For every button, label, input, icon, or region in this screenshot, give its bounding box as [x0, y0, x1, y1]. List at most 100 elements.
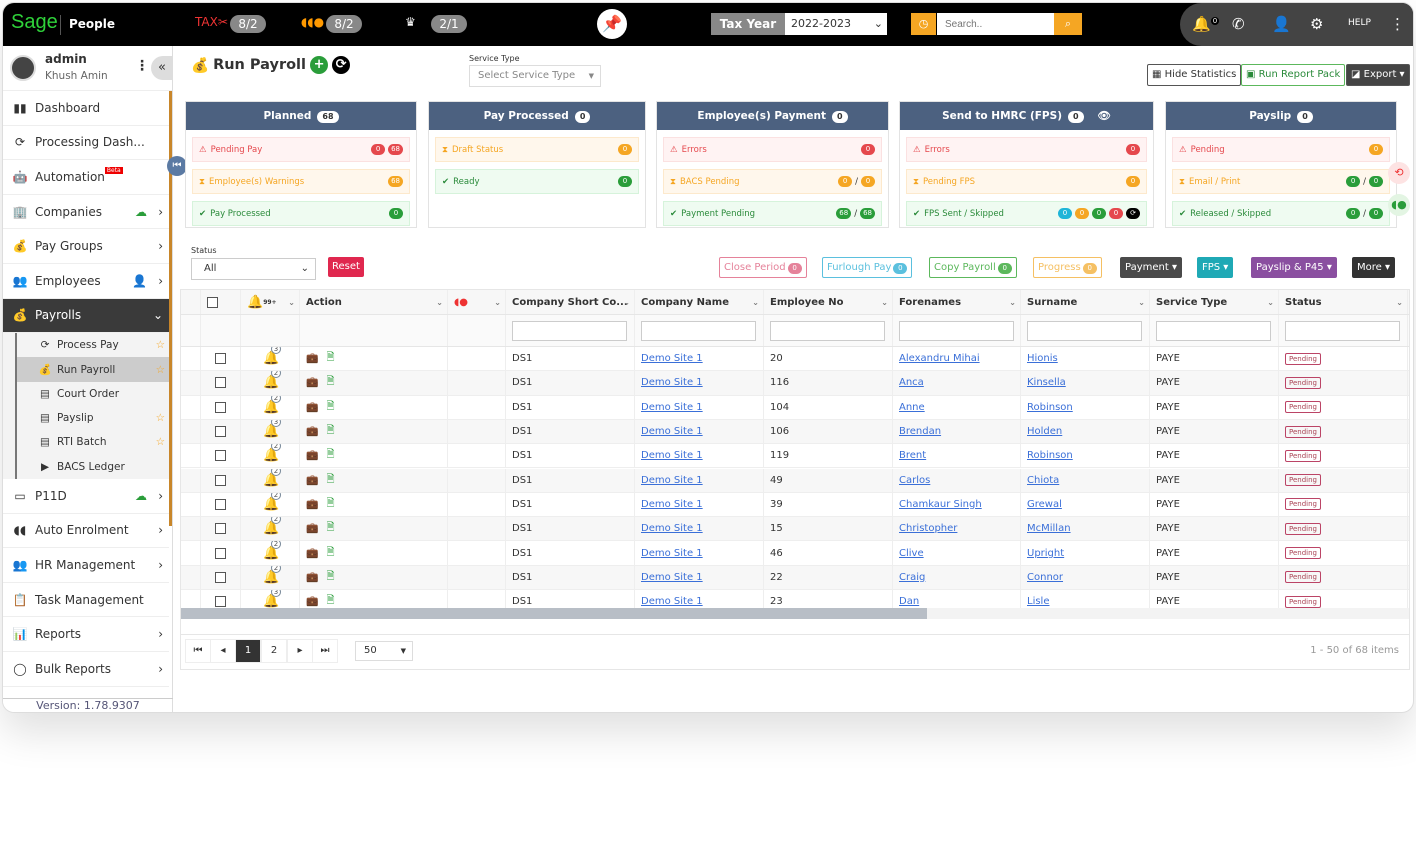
search-input[interactable] — [937, 13, 1054, 35]
bell-icon[interactable]: 🔔 0 — [1192, 15, 1220, 33]
select-all-checkbox[interactable] — [207, 296, 218, 308]
submenu-item-bacs-ledger[interactable]: ▶ BACS Ledger — [15, 454, 169, 479]
support-24-icon[interactable]: ✆ — [1232, 15, 1245, 33]
company-link[interactable]: Demo Site 1 — [641, 475, 703, 486]
sur-link[interactable]: Grewal — [1027, 499, 1062, 510]
chevron-down-icon[interactable]: ⌄ — [752, 298, 759, 307]
next-page-button[interactable]: ▸ — [287, 639, 313, 663]
header-cell[interactable]: Forenames ⌄ — [893, 290, 1021, 314]
count-badge[interactable]: 0 — [618, 176, 632, 187]
sur-link[interactable]: Robinson — [1027, 402, 1073, 413]
submenu-item-payslip[interactable]: ▤ Payslip ☆ — [15, 406, 169, 431]
stat-row[interactable]: ✔ FPS Sent / Skipped 0 0 0 0 ⟳ — [906, 201, 1147, 226]
payroll-reset-icon[interactable]: ⟲ — [1388, 162, 1410, 184]
table-row[interactable]: 🔔 2 💼 🗎 DS1 Demo Site 1 104 Anne Robinson PAYE Pen… — [181, 395, 1409, 420]
count-badge[interactable]: 0 — [1109, 208, 1123, 219]
row-checkbox[interactable] — [215, 401, 226, 413]
add-document-icon[interactable]: 🗎 — [326, 569, 334, 586]
briefcase-icon[interactable]: 💼 — [306, 523, 318, 534]
prev-page-button[interactable]: ◂ — [210, 639, 236, 663]
favorite-star-icon[interactable]: ☆ — [156, 364, 165, 376]
header-cell[interactable]: Service Type ⌄ — [1150, 290, 1279, 314]
alerts-bell-icon[interactable]: 🔔 2 — [263, 517, 281, 536]
header-cell[interactable]: Employee No ⌄ — [764, 290, 893, 314]
tax-year-select[interactable]: 2022-2023 ⌄ — [785, 13, 887, 35]
row-checkbox[interactable] — [215, 571, 226, 583]
count-badge[interactable]: 0 — [1369, 208, 1383, 219]
submenu-item-rti-batch[interactable]: ▤ RTI Batch ☆ — [15, 430, 169, 455]
stat-row[interactable]: ✔ Payment Pending 68/68 — [663, 201, 882, 226]
company-link[interactable]: Demo Site 1 — [641, 426, 703, 437]
count-badge[interactable]: 0 — [389, 208, 403, 219]
header-cell[interactable]: Action ⌄ — [300, 290, 448, 314]
chevron-down-icon[interactable]: ⌄ — [1267, 298, 1274, 307]
column-filter-input[interactable] — [1156, 320, 1271, 341]
furlough-pay-button[interactable]: Furlough Pay 0 — [822, 257, 913, 278]
company-link[interactable]: Demo Site 1 — [641, 523, 703, 534]
count-badge[interactable]: 0 — [1369, 176, 1383, 187]
stat-row[interactable]: ⧗ Employee(s) Warnings 68 — [192, 169, 410, 194]
briefcase-icon[interactable]: 💼 — [306, 475, 318, 486]
header-cell[interactable]: 🔔 99+ ⌄ — [241, 290, 300, 314]
column-filter-input[interactable] — [1027, 320, 1142, 341]
sidebar-item-pay-groups[interactable]: 💰 Pay Groups › — [3, 229, 169, 264]
status-filter-select[interactable]: All ⌄ — [191, 258, 316, 280]
company-link[interactable]: Demo Site 1 — [641, 402, 703, 413]
stat-row[interactable]: ⚠ Pending Pay 0 68 — [192, 137, 410, 162]
column-filter-input[interactable] — [770, 320, 885, 341]
header-cell[interactable]: Company Name ⌄ — [635, 290, 764, 314]
briefcase-icon[interactable]: 💼 — [306, 353, 318, 364]
eye-icon[interactable]: 👁 — [1098, 110, 1111, 122]
kebab-menu-icon[interactable]: ⋮ — [1390, 15, 1405, 33]
hide-statistics-button[interactable]: ▦ Hide Statistics — [1147, 64, 1242, 86]
sidebar-item-payrolls[interactable]: 💰 Payrolls ⌄ — [3, 298, 169, 334]
briefcase-icon[interactable]: 💼 — [306, 548, 318, 559]
sur-link[interactable]: Connor — [1027, 572, 1063, 583]
sidebar-item-auto-enrolment[interactable]: ◖◖ Auto Enrolment › — [3, 514, 169, 549]
alerts-bell-icon[interactable]: 🔔 2 — [263, 468, 281, 488]
stat-row[interactable]: ⚠ Errors 0 — [663, 137, 882, 162]
table-row[interactable]: 🔔 3 💼 🗎 DS1 Demo Site 1 20 Alexandru Mihai Hioni… — [181, 347, 1409, 372]
add-document-icon[interactable]: 🗎 — [326, 350, 334, 367]
stat-card-header[interactable]: Pay Processed 0 — [429, 102, 645, 130]
company-link[interactable]: Demo Site 1 — [641, 596, 703, 607]
add-document-icon[interactable]: 🗎 — [326, 545, 334, 562]
briefcase-icon[interactable]: 💼 — [306, 450, 318, 461]
briefcase-icon[interactable]: 💼 — [306, 572, 318, 583]
briefcase-icon[interactable]: 💼 — [306, 377, 318, 388]
sidebar-item-bulk-reports[interactable]: ◯ Bulk Reports › — [3, 652, 169, 687]
user-upload-icon[interactable]: 👤 — [132, 274, 147, 288]
stat-card-header[interactable]: Send to HMRC (FPS) 0 👁 — [900, 102, 1153, 130]
export-button[interactable]: ◪ Export ▾ — [1346, 64, 1410, 86]
history-clock-icon[interactable]: ◷ — [911, 13, 936, 35]
briefcase-icon[interactable]: 💼 — [306, 402, 318, 413]
table-row[interactable]: 🔔 2 💼 🗎 DS1 Demo Site 1 49 Carlos Chiota PAYE Pend… — [181, 468, 1409, 493]
count-badge[interactable]: 0 — [371, 144, 386, 155]
add-document-icon[interactable]: 🗎 — [326, 423, 334, 440]
count-badge[interactable]: 0 — [1092, 208, 1106, 219]
alerts-bell-icon[interactable]: 🔔 3 — [263, 419, 281, 439]
company-link[interactable]: Demo Site 1 — [641, 353, 703, 364]
count-badge[interactable]: 0 — [861, 144, 875, 155]
sur-link[interactable]: Holden — [1027, 426, 1062, 437]
stat-card-header[interactable]: Payslip 0 — [1166, 102, 1396, 130]
sur-link[interactable]: Lisle — [1027, 596, 1050, 607]
submenu-item-run-payroll[interactable]: 💰 Run Payroll ☆ — [15, 357, 169, 382]
row-checkbox[interactable] — [215, 523, 226, 535]
table-row[interactable]: 🔔 2 💼 🗎 DS1 Demo Site 1 15 Christopher McMillan P… — [181, 517, 1409, 542]
payment-button[interactable]: Payment ▾ — [1120, 257, 1182, 278]
help-icon[interactable]: HELP — [1348, 18, 1371, 28]
chevron-down-icon[interactable]: ⌄ — [1138, 298, 1145, 307]
table-row[interactable]: 🔔 3 💼 🗎 DS1 Demo Site 1 23 Dan Lisle PAYE Pending — [181, 590, 1409, 608]
sur-link[interactable]: Chiota — [1027, 475, 1059, 486]
last-page-button[interactable]: ⏭ — [312, 639, 338, 663]
add-document-icon[interactable]: 🗎 — [326, 593, 334, 608]
row-checkbox[interactable] — [215, 547, 226, 559]
stat-row[interactable]: ⚠ Errors 0 — [906, 137, 1147, 162]
sur-link[interactable]: Hionis — [1027, 353, 1058, 364]
fore-link[interactable]: Carlos — [899, 475, 930, 486]
row-checkbox[interactable] — [215, 377, 226, 389]
alerts-bell-icon[interactable]: 🔔 3 — [263, 347, 281, 366]
sync-icon[interactable]: ⟳ — [1126, 208, 1140, 219]
sidebar-item-dashboard[interactable]: ▮▮ Dashboard — [3, 91, 169, 126]
